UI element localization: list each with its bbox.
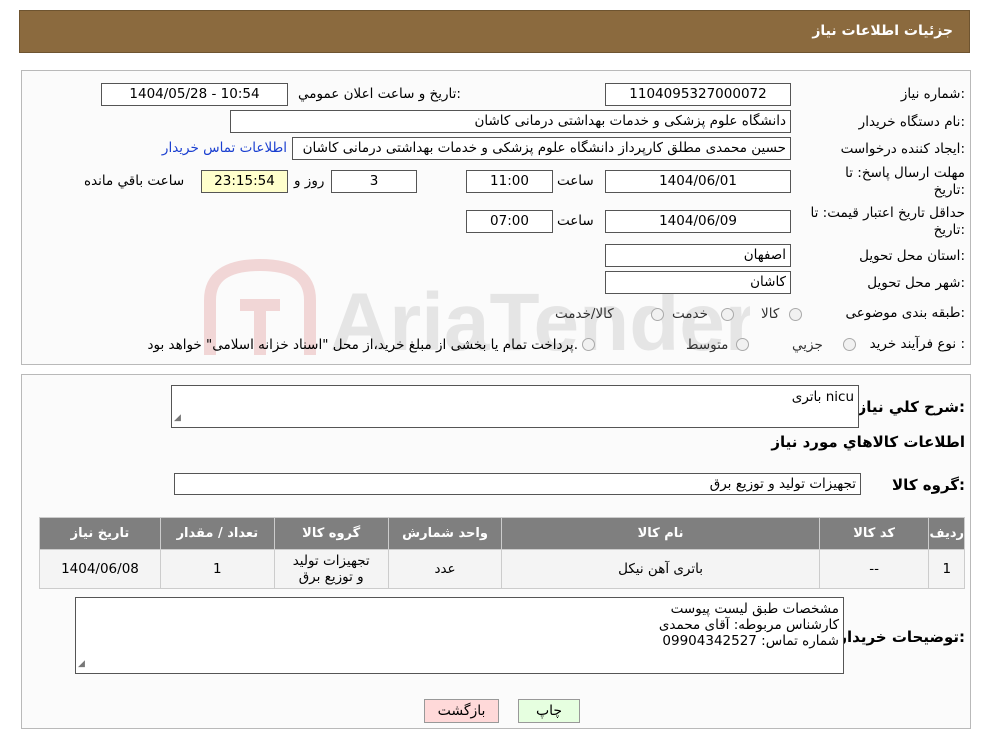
deadline-label-2: تاریخ:	[933, 182, 965, 198]
goods-info-title: اطلاعات کالاهاي مورد نیاز	[771, 433, 965, 451]
city-field: کاشان	[605, 271, 791, 294]
creator-label: ایجاد کننده درخواست:	[840, 141, 965, 157]
cell-code: --	[818, 549, 930, 589]
category-goods-label: کالا	[761, 306, 780, 322]
validity-time-label: ساعت	[557, 213, 594, 229]
remaining-label: ساعت باقي مانده	[84, 173, 185, 189]
purchase-small-label: جزیي	[792, 337, 823, 353]
col-group-header: گروه کالا	[273, 517, 389, 550]
purchase-small-radio[interactable]	[843, 338, 856, 351]
deadline-time-field: 11:00	[466, 170, 553, 193]
cell-group: تجهیزات تولید و توزیع برق	[273, 549, 389, 589]
province-label: استان محل تحویل:	[859, 248, 965, 264]
buyer-org-field: دانشگاه علوم پزشکی و خدمات بهداشتی درمان…	[230, 110, 791, 133]
category-goods-radio[interactable]	[789, 308, 802, 321]
resize-handle-icon[interactable]: ◢	[174, 410, 181, 426]
remaining-days-field: 3	[331, 170, 417, 193]
province-field: اصفهان	[605, 244, 791, 267]
buyer-notes-label: توضیحات خریدار:	[838, 628, 965, 646]
resize-handle-icon[interactable]: ◢	[78, 656, 85, 672]
col-unit-header: واحد شمارش	[387, 517, 503, 550]
col-qty-header: تعداد / مقدار	[159, 517, 275, 550]
category-goods-service-label: کالا/خدمت	[555, 306, 614, 322]
summary-label: شرح کلي نیاز:	[857, 398, 965, 416]
goods-group-label: گروه کالا:	[892, 476, 965, 494]
need-number-label: شماره نیاز:	[900, 86, 965, 102]
category-service-radio[interactable]	[721, 308, 734, 321]
col-row-header: ردیف	[928, 517, 965, 550]
col-code-header: کد کالا	[818, 517, 930, 550]
table-header-row: ردیف کد کالا نام کالا واحد شمارش گروه کا…	[39, 517, 965, 550]
summary-textarea[interactable]: باتری nicu ◢	[171, 385, 859, 428]
category-label: طبقه بندی موضوعی:	[845, 305, 965, 321]
back-button[interactable]: بازگشت	[424, 699, 499, 723]
validity-date-field: 1404/06/09	[605, 210, 791, 233]
validity-label: حداقل تاریخ اعتبار قیمت: تا	[810, 205, 965, 221]
announce-datetime-field: 1404/05/28 - 10:54	[101, 83, 288, 106]
col-name-header: نام کالا	[501, 517, 820, 550]
cell-name: باتری آهن نیکل	[501, 549, 820, 589]
deadline-time-label: ساعت	[557, 173, 594, 189]
table-row: 1 -- باتری آهن نیکل عدد تجهیزات تولید و …	[39, 549, 965, 589]
creator-field: حسین محمدی مطلق کارپرداز دانشگاه علوم پز…	[292, 137, 791, 160]
city-label: شهر محل تحویل:	[867, 275, 965, 291]
buyer-notes-line: مشخصات طبق لیست پیوست	[670, 601, 839, 617]
goods-table: ردیف کد کالا نام کالا واحد شمارش گروه کا…	[39, 517, 965, 589]
days-label: روز و	[294, 173, 325, 189]
category-goods-service-radio[interactable]	[651, 308, 664, 321]
announce-label: تاریخ و ساعت اعلان عمومي:	[298, 86, 461, 102]
goods-group-field: تجهیزات تولید و توزیع برق	[174, 473, 861, 495]
purchase-medium-radio[interactable]	[736, 338, 749, 351]
need-number-field: 1104095327000072	[605, 83, 791, 106]
purchase-medium-label: متوسط	[686, 337, 729, 353]
buyer-contact-link[interactable]: اطلاعات تماس خریدار	[162, 140, 287, 156]
cell-qty: 1	[159, 549, 275, 589]
purchase-type-label: نوع فرآیند خرید :	[869, 336, 965, 352]
page-header: جزئیات اطلاعات نیاز	[19, 10, 970, 53]
print-button[interactable]: چاپ	[518, 699, 580, 723]
summary-text: باتری nicu	[791, 389, 854, 405]
buyer-notes-line: شماره تماس: 09904342527	[662, 633, 839, 649]
col-date-header: تاریخ نیاز	[39, 517, 161, 550]
deadline-label: مهلت ارسال پاسخ: تا	[845, 165, 965, 181]
validity-time-field: 07:00	[466, 210, 553, 233]
remaining-time-field: 23:15:54	[201, 170, 288, 193]
category-service-label: خدمت	[672, 306, 708, 322]
treasury-checkbox[interactable]	[582, 338, 595, 351]
purchase-note: پرداخت تمام یا بخشی از مبلغ خرید،از محل …	[147, 337, 578, 353]
cell-row-number: 1	[928, 549, 965, 589]
buyer-notes-textarea[interactable]: مشخصات طبق لیست پیوست کارشناس مربوطه: آق…	[75, 597, 844, 674]
deadline-date-field: 1404/06/01	[605, 170, 791, 193]
validity-label-2: تاریخ:	[933, 222, 965, 238]
buyer-notes-line: کارشناس مربوطه: آقای محمدی	[658, 617, 839, 633]
cell-date: 1404/06/08	[39, 549, 161, 589]
buyer-org-label: نام دستگاه خریدار:	[858, 114, 965, 130]
cell-unit: عدد	[387, 549, 503, 589]
page-title: جزئیات اطلاعات نیاز	[812, 23, 953, 39]
